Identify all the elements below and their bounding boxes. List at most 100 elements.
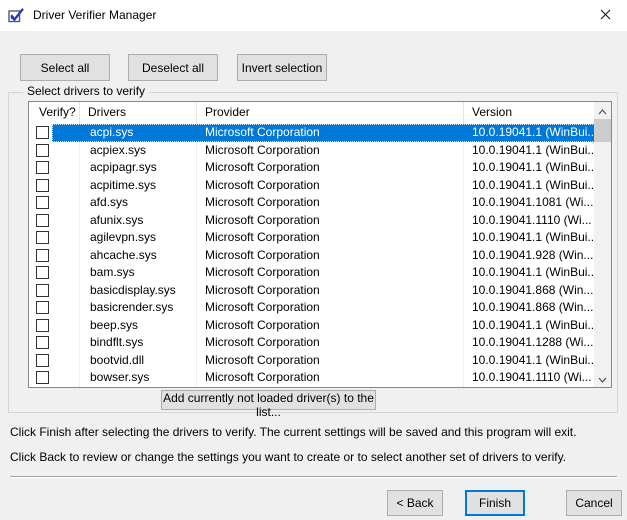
finish-instruction: Click Finish after selecting the drivers… xyxy=(10,425,576,439)
provider-cell: Microsoft Corporation xyxy=(197,194,464,212)
table-row[interactable]: bindflt.sys Microsoft Corporation 10.0.1… xyxy=(29,334,595,352)
table-row[interactable]: afd.sys Microsoft Corporation 10.0.19041… xyxy=(29,194,595,212)
titlebar: Driver Verifier Manager xyxy=(0,0,627,31)
verify-checkbox[interactable] xyxy=(36,319,49,332)
version-cell: 10.0.19041.1081 (Wi... xyxy=(464,194,595,212)
driver-name-cell: beep.sys xyxy=(80,317,197,335)
verify-checkbox[interactable] xyxy=(36,144,49,157)
verify-checkbox[interactable] xyxy=(36,214,49,227)
verify-checkbox[interactable] xyxy=(36,126,49,139)
verify-cell xyxy=(29,352,80,370)
column-header-verify[interactable]: Verify? xyxy=(29,102,80,124)
table-row[interactable]: beep.sys Microsoft Corporation 10.0.1904… xyxy=(29,317,595,335)
provider-cell: Microsoft Corporation xyxy=(197,229,464,247)
verify-cell xyxy=(29,229,80,247)
version-cell: 10.0.19041.1110 (Wi... xyxy=(464,212,595,230)
table-row[interactable]: acpiex.sys Microsoft Corporation 10.0.19… xyxy=(29,142,595,160)
verify-checkbox[interactable] xyxy=(36,336,49,349)
driver-name-cell: afd.sys xyxy=(80,194,197,212)
table-row[interactable]: ahcache.sys Microsoft Corporation 10.0.1… xyxy=(29,247,595,265)
column-header-version[interactable]: Version xyxy=(464,102,595,124)
verify-cell xyxy=(29,299,80,317)
table-row[interactable]: agilevpn.sys Microsoft Corporation 10.0.… xyxy=(29,229,595,247)
verify-cell xyxy=(29,282,80,300)
verify-checkbox[interactable] xyxy=(36,354,49,367)
add-drivers-button[interactable]: Add currently not loaded driver(s) to th… xyxy=(161,390,376,410)
verify-cell xyxy=(29,317,80,335)
driver-name-cell: acpipagr.sys xyxy=(80,159,197,177)
version-cell: 10.0.19041.1 (WinBui... xyxy=(464,159,595,177)
table-row[interactable]: bam.sys Microsoft Corporation 10.0.19041… xyxy=(29,264,595,282)
table-row[interactable]: basicrender.sys Microsoft Corporation 10… xyxy=(29,299,595,317)
select-all-button[interactable]: Select all xyxy=(20,54,110,81)
version-cell: 10.0.19041.1110 (Wi... xyxy=(464,369,595,387)
verify-checkbox[interactable] xyxy=(36,196,49,209)
table-row[interactable]: basicdisplay.sys Microsoft Corporation 1… xyxy=(29,282,595,300)
column-header-provider[interactable]: Provider xyxy=(197,102,464,124)
verify-checkbox[interactable] xyxy=(36,249,49,262)
verify-cell xyxy=(29,194,80,212)
version-cell: 10.0.19041.1 (WinBui... xyxy=(464,177,595,195)
driver-name-cell: ahcache.sys xyxy=(80,247,197,265)
verify-checkbox[interactable] xyxy=(36,231,49,244)
scroll-up-button[interactable] xyxy=(594,102,611,119)
cancel-button[interactable]: Cancel xyxy=(566,490,622,516)
back-instruction: Click Back to review or change the setti… xyxy=(10,450,566,464)
verify-cell xyxy=(29,177,80,195)
verify-checkbox[interactable] xyxy=(36,371,49,384)
scrollbar[interactable] xyxy=(594,102,611,387)
verify-checkbox[interactable] xyxy=(36,179,49,192)
provider-cell: Microsoft Corporation xyxy=(197,317,464,335)
verify-checkbox[interactable] xyxy=(36,266,49,279)
back-button[interactable]: < Back xyxy=(387,490,443,516)
verify-cell xyxy=(29,124,80,142)
scroll-thumb[interactable] xyxy=(594,119,611,142)
table-row[interactable]: afunix.sys Microsoft Corporation 10.0.19… xyxy=(29,212,595,230)
driver-name-cell: bam.sys xyxy=(80,264,197,282)
window-title: Driver Verifier Manager xyxy=(33,0,156,31)
select-drivers-groupbox: Select drivers to verify Verify? Drivers… xyxy=(8,92,618,413)
verify-cell xyxy=(29,212,80,230)
version-cell: 10.0.19041.1 (WinBui... xyxy=(464,229,595,247)
table-row[interactable]: bootvid.dll Microsoft Corporation 10.0.1… xyxy=(29,352,595,370)
verify-checkbox[interactable] xyxy=(36,161,49,174)
finish-button[interactable]: Finish xyxy=(465,490,525,516)
version-cell: 10.0.19041.868 (Win... xyxy=(464,282,595,300)
close-button[interactable] xyxy=(584,0,627,30)
version-cell: 10.0.19041.928 (Win... xyxy=(464,247,595,265)
invert-selection-button[interactable]: Invert selection xyxy=(237,54,327,81)
column-header-drivers[interactable]: Drivers xyxy=(80,102,197,124)
driver-name-cell: bootvid.dll xyxy=(80,352,197,370)
provider-cell: Microsoft Corporation xyxy=(197,352,464,370)
driver-list: Verify? Drivers Provider Version acpi.sy… xyxy=(28,101,612,388)
version-cell: 10.0.19041.1 (WinBui... xyxy=(464,124,595,142)
verify-cell xyxy=(29,142,80,160)
verify-cell xyxy=(29,264,80,282)
driver-name-cell: agilevpn.sys xyxy=(80,229,197,247)
verify-cell xyxy=(29,334,80,352)
table-row[interactable]: acpitime.sys Microsoft Corporation 10.0.… xyxy=(29,177,595,195)
provider-cell: Microsoft Corporation xyxy=(197,124,464,142)
chevron-up-icon xyxy=(598,104,607,118)
provider-cell: Microsoft Corporation xyxy=(197,264,464,282)
provider-cell: Microsoft Corporation xyxy=(197,282,464,300)
verify-checkbox[interactable] xyxy=(36,284,49,297)
chevron-down-icon xyxy=(598,372,607,386)
driver-name-cell: acpitime.sys xyxy=(80,177,197,195)
table-row[interactable]: acpi.sys Microsoft Corporation 10.0.1904… xyxy=(29,124,595,142)
verify-checkbox[interactable] xyxy=(36,301,49,314)
table-row[interactable]: bowser.sys Microsoft Corporation 10.0.19… xyxy=(29,369,595,387)
driver-name-cell: acpi.sys xyxy=(80,124,197,142)
driver-table-body: acpi.sys Microsoft Corporation 10.0.1904… xyxy=(29,124,595,387)
verify-cell xyxy=(29,369,80,387)
version-cell: 10.0.19041.1 (WinBui... xyxy=(464,352,595,370)
provider-cell: Microsoft Corporation xyxy=(197,177,464,195)
table-row[interactable]: acpipagr.sys Microsoft Corporation 10.0.… xyxy=(29,159,595,177)
groupbox-label: Select drivers to verify xyxy=(23,84,149,98)
version-cell: 10.0.19041.1288 (Wi... xyxy=(464,334,595,352)
version-cell: 10.0.19041.1 (WinBui... xyxy=(464,142,595,160)
deselect-all-button[interactable]: Deselect all xyxy=(128,54,218,81)
provider-cell: Microsoft Corporation xyxy=(197,299,464,317)
scroll-down-button[interactable] xyxy=(594,370,611,387)
separator xyxy=(10,476,617,478)
